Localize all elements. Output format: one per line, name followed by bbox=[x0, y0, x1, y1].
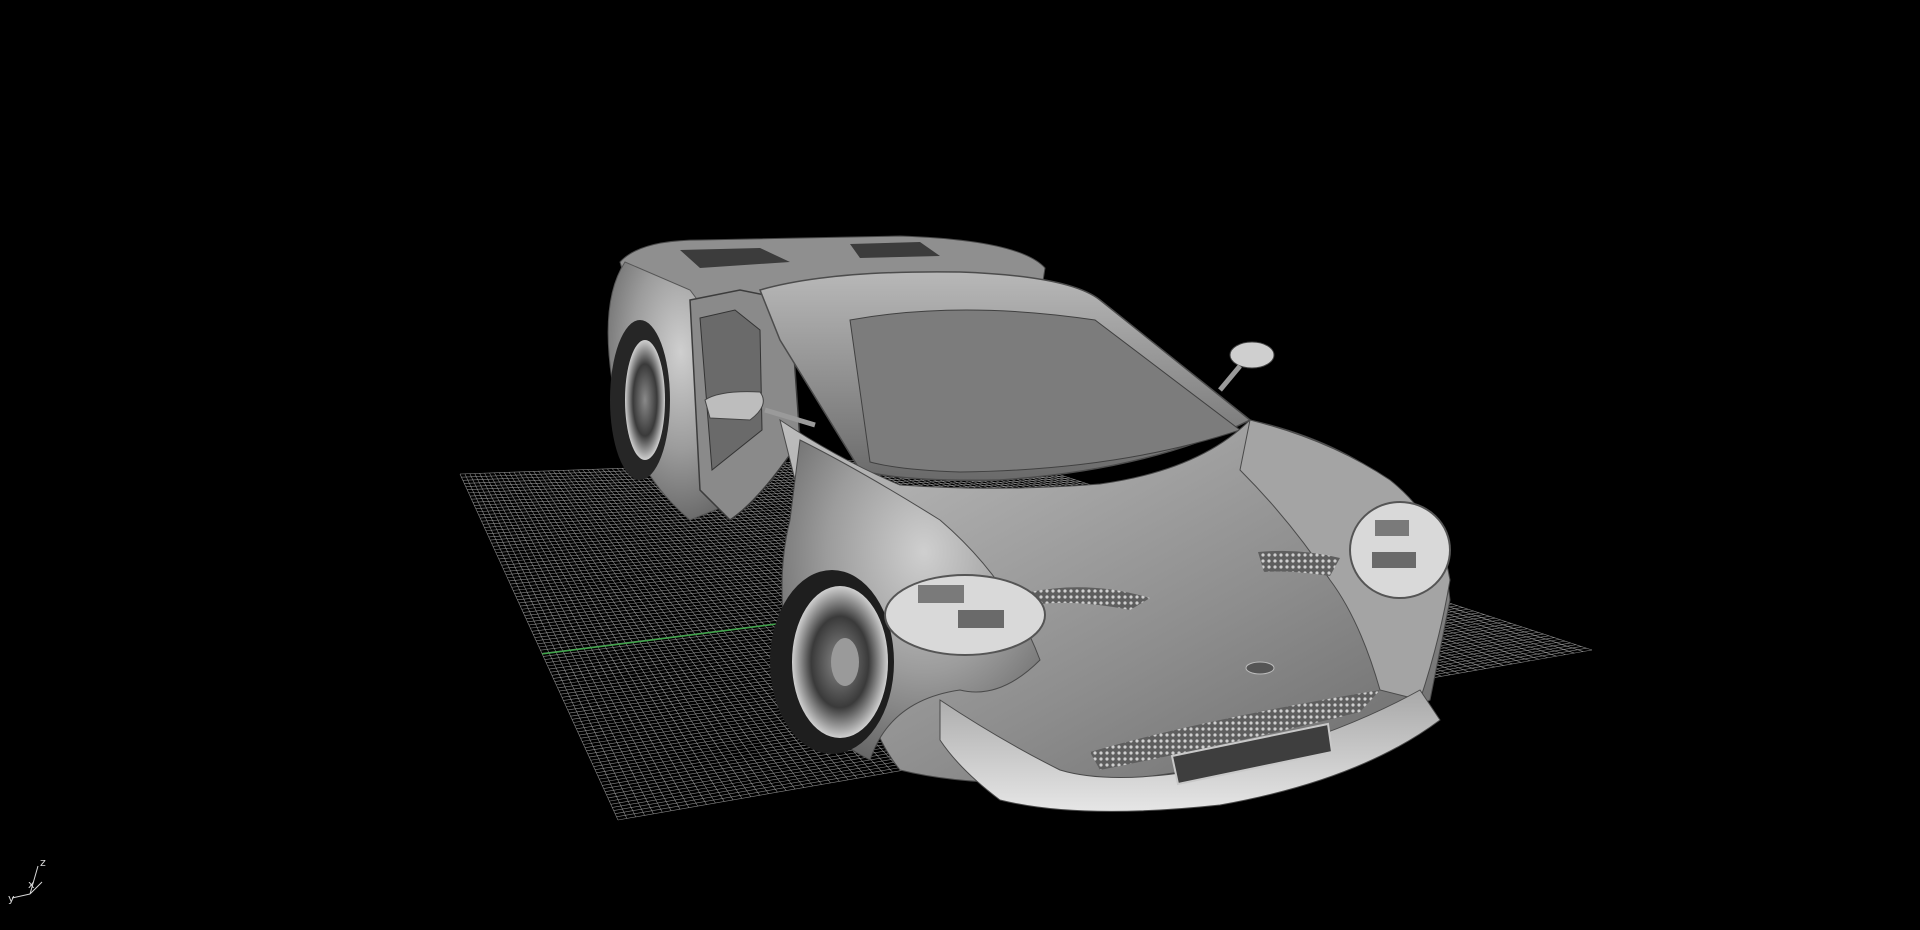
rear-wheel bbox=[610, 320, 670, 480]
3d-viewport[interactable]: z x y bbox=[0, 0, 1920, 930]
axis-triad-y-label: y bbox=[8, 892, 15, 905]
axis-triad-x-label: x bbox=[28, 878, 35, 891]
axis-triad-z-label: z bbox=[40, 856, 46, 869]
axis-triad: z x y bbox=[8, 856, 46, 905]
headlight-right bbox=[1349, 501, 1451, 599]
right-mirror bbox=[1218, 341, 1275, 392]
headlight-left bbox=[884, 574, 1046, 656]
front-wheel bbox=[770, 570, 894, 754]
viewport-canvas[interactable]: z x y bbox=[0, 0, 1920, 930]
car-model[interactable] bbox=[607, 235, 1451, 812]
hood-emblem bbox=[1245, 661, 1275, 675]
axis-triad-y-line bbox=[11, 893, 31, 899]
